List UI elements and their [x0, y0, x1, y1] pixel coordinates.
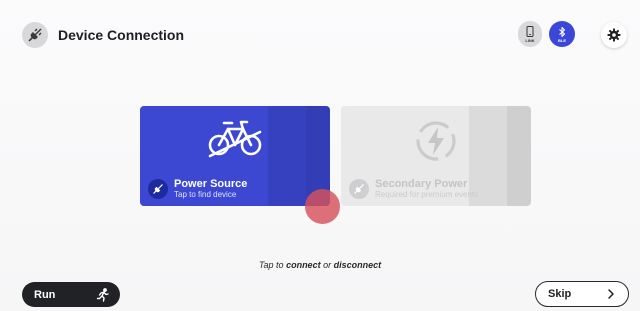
skip-button[interactable]: Skip — [535, 281, 629, 307]
hint-prefix: Tap to — [258, 260, 284, 270]
card-title: Power Source — [174, 178, 248, 190]
skip-label: Skip — [548, 288, 572, 300]
header: Device Connection LINK BLE — [0, 0, 640, 70]
settings-button[interactable] — [601, 22, 627, 48]
ble-connection-button[interactable]: BLE — [549, 21, 575, 47]
bicycle-icon — [208, 120, 262, 158]
card-title: Secondary Power — [375, 178, 468, 190]
run-label: Run — [34, 288, 56, 301]
hint-disconnect: disconnect — [333, 260, 382, 270]
lightning-icon — [416, 121, 456, 161]
power-source-card[interactable]: Power Source Tap to find device — [140, 106, 330, 206]
gear-icon — [607, 28, 621, 42]
card-subtitle: Required for premium events — [375, 190, 479, 199]
hint-connect: connect — [286, 260, 321, 270]
link-label: LINK — [525, 37, 535, 43]
ble-label: BLE — [558, 37, 566, 43]
tap-indicator — [305, 189, 340, 224]
card-subtitle: Tap to find device — [174, 190, 237, 199]
plug-icon — [148, 179, 168, 199]
page-title: Device Connection — [58, 27, 185, 43]
chevron-right-icon — [608, 289, 614, 299]
bluetooth-icon — [559, 26, 566, 37]
secondary-power-card[interactable]: Secondary Power Required for premium eve… — [341, 106, 531, 206]
connect-hint: Tap to connect or disconnect — [0, 260, 640, 270]
phone-icon — [526, 25, 534, 37]
plug-icon — [22, 22, 48, 48]
runner-icon — [96, 287, 109, 302]
link-connection-button[interactable]: LINK — [518, 21, 542, 47]
run-button[interactable]: Run — [22, 282, 120, 307]
plug-icon — [349, 179, 369, 199]
hint-middle: or — [323, 260, 332, 270]
device-connection-screen: Device Connection LINK BLE Power Source … — [0, 0, 640, 311]
